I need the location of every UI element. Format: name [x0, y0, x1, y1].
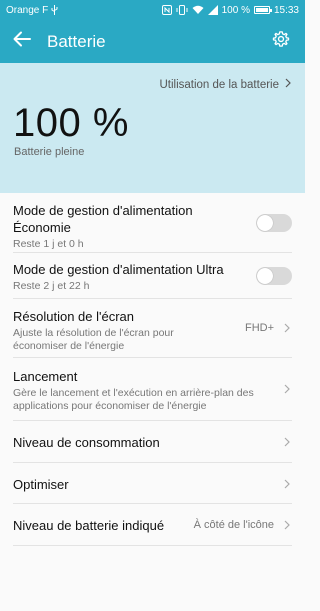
battery-settings-list: Mode de gestion d'alimentation Économie … — [0, 193, 305, 546]
wifi-icon — [192, 5, 204, 15]
battery-usage-link[interactable]: Utilisation de la batterie — [159, 78, 291, 91]
list-item-title: Niveau de consommation — [13, 435, 160, 450]
list-item-title: Niveau de batterie indiqué — [13, 518, 165, 533]
chevron-right-icon — [282, 477, 292, 491]
list-item-optimize[interactable]: Optimiser — [13, 463, 292, 504]
screen-resolution-value: FHD+ — [244, 322, 274, 334]
back-button[interactable] — [0, 20, 44, 63]
vibrate-icon — [176, 5, 188, 15]
status-bar: Orange F 100 % 15:33 — [0, 0, 305, 20]
usb-icon — [51, 5, 58, 15]
list-item-title: Optimiser — [13, 477, 69, 492]
battery-status-text: Batterie pleine — [14, 146, 85, 158]
arrow-left-icon — [13, 31, 31, 52]
settings-button[interactable] — [261, 20, 301, 63]
signal-icon — [207, 5, 218, 15]
list-item-subtitle: Ajuste la résolution de l'écran pour éco… — [13, 327, 174, 352]
nfc-icon — [161, 5, 172, 15]
list-item-subtitle: Reste 1 j et 0 h — [13, 238, 84, 250]
gear-icon — [272, 30, 290, 53]
list-item-power-saving-mode[interactable]: Mode de gestion d'alimentation Économie … — [13, 193, 292, 253]
chevron-right-icon — [285, 78, 291, 91]
list-item-title: Lancement — [13, 369, 78, 384]
list-item-app-launch[interactable]: Lancement Gère le lancement et l'exécuti… — [13, 358, 292, 421]
list-item-screen-resolution[interactable]: Résolution de l'écran Ajuste la résoluti… — [13, 299, 292, 358]
battery-summary-panel: Utilisation de la batterie 100 % Batteri… — [0, 63, 305, 193]
battery-usage-label: Utilisation de la batterie — [159, 78, 279, 91]
chevron-right-icon — [282, 382, 292, 396]
battery-icon — [253, 6, 272, 14]
chevron-right-icon — [282, 435, 292, 449]
ultra-power-mode-toggle[interactable] — [256, 267, 292, 285]
list-item-title: Mode de gestion d'alimentation Ultra — [13, 262, 224, 277]
clock: 15:33 — [273, 4, 299, 16]
battery-percent-label: 100 % — [221, 4, 250, 16]
chevron-right-icon — [282, 518, 292, 532]
page-title: Batterie — [47, 31, 106, 51]
battery-indicator-value: À côté de l'icône — [193, 519, 274, 531]
list-item-battery-indicator[interactable]: Niveau de batterie indiqué À côté de l'i… — [13, 504, 292, 546]
app-bar: Batterie — [0, 20, 305, 63]
chevron-right-icon — [282, 321, 292, 335]
list-item-subtitle: Gère le lancement et l'exécution en arri… — [13, 387, 254, 412]
carrier-label: Orange F — [6, 4, 49, 16]
list-item-ultra-power-mode[interactable]: Mode de gestion d'alimentation Ultra Res… — [13, 253, 292, 299]
list-item-subtitle: Reste 2 j et 22 h — [13, 280, 90, 292]
list-item-consumption-level[interactable]: Niveau de consommation — [13, 421, 292, 463]
list-item-title: Résolution de l'écran — [13, 309, 134, 324]
power-saving-mode-toggle[interactable] — [256, 214, 292, 232]
battery-percent-display: 100 % — [13, 101, 129, 145]
list-item-title: Mode de gestion d'alimentation Économie — [13, 203, 193, 235]
